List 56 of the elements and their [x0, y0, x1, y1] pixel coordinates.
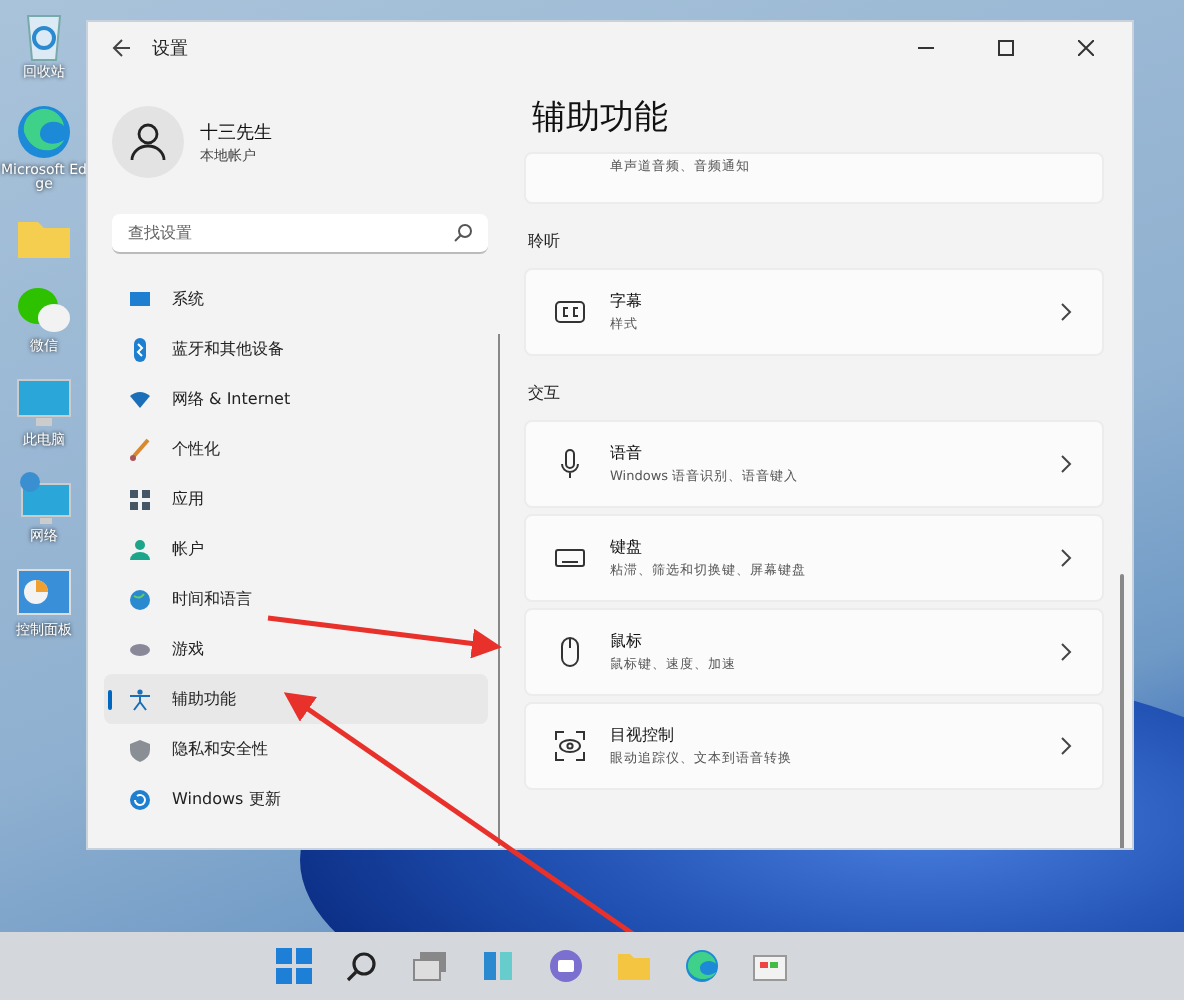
maximize-icon [998, 40, 1014, 56]
chat-icon[interactable] [548, 948, 584, 984]
bluetooth-icon [128, 337, 152, 361]
start-icon[interactable] [276, 948, 312, 984]
card-title: 语音 [610, 442, 644, 464]
widgets-icon[interactable] [482, 950, 514, 982]
network-monitor-icon[interactable] [14, 468, 74, 529]
chevron-right-icon [1058, 642, 1074, 662]
sidebar-item[interactable]: 个性化 [104, 424, 488, 474]
store-icon[interactable] [752, 950, 788, 982]
sidebar-item[interactable]: 应用 [104, 474, 488, 524]
search-icon[interactable] [346, 950, 378, 982]
user-name: 十三先生 [200, 121, 272, 145]
sidebar-item[interactable]: 辅助功能 [104, 674, 488, 724]
sidebar-item[interactable]: 系统 [104, 274, 488, 324]
search-field[interactable]: 查找设置 [112, 214, 488, 254]
apps-icon [128, 487, 152, 511]
selection-indicator [108, 690, 112, 710]
brush-icon [128, 437, 152, 461]
card-title: 字幕 [610, 290, 644, 312]
chevron-right-icon [1058, 548, 1074, 568]
browser-icon[interactable] [14, 101, 74, 162]
close-icon [1078, 40, 1094, 56]
sidebar-item[interactable]: 游戏 [104, 624, 488, 674]
eye-tracking-icon [554, 730, 586, 762]
display-icon [128, 287, 152, 311]
browser-icon[interactable] [684, 948, 720, 984]
section-heading: 聆听 [528, 230, 562, 252]
globe-icon [128, 587, 152, 611]
sidebar-item[interactable]: 时间和语言 [104, 574, 488, 624]
sidebar-item[interactable]: 隐私和安全性 [104, 724, 488, 774]
update-icon [128, 787, 152, 811]
card-title: 键盘 [610, 536, 644, 558]
person-icon [128, 537, 152, 561]
accessibility-icon [128, 687, 152, 711]
card-title: 目视控制 [610, 724, 676, 746]
task-view-icon[interactable] [412, 950, 448, 982]
shield-icon [128, 737, 152, 761]
back-arrow-icon[interactable] [112, 38, 132, 58]
sidebar-item[interactable]: Windows 更新 [104, 774, 488, 824]
chevron-right-icon [1058, 454, 1074, 474]
captions-icon [554, 296, 586, 328]
sidebar-item[interactable]: 网络 & Internet [104, 374, 488, 424]
person-silhouette-icon [130, 122, 166, 162]
page-title: 辅助功能 [532, 96, 670, 140]
wifi-icon [128, 387, 152, 411]
section-heading: 交互 [528, 382, 562, 404]
minimize-icon [918, 46, 934, 50]
sidebar-item[interactable]: 蓝牙和其他设备 [104, 324, 488, 374]
window-title: 设置 [152, 37, 190, 61]
card-title: 鼠标 [610, 630, 644, 652]
sidebar-item[interactable]: 帐户 [104, 524, 488, 574]
search-icon [454, 224, 472, 242]
monitor-icon[interactable] [14, 375, 74, 432]
chevron-right-icon [1058, 302, 1074, 322]
chevron-right-icon [1058, 736, 1074, 756]
